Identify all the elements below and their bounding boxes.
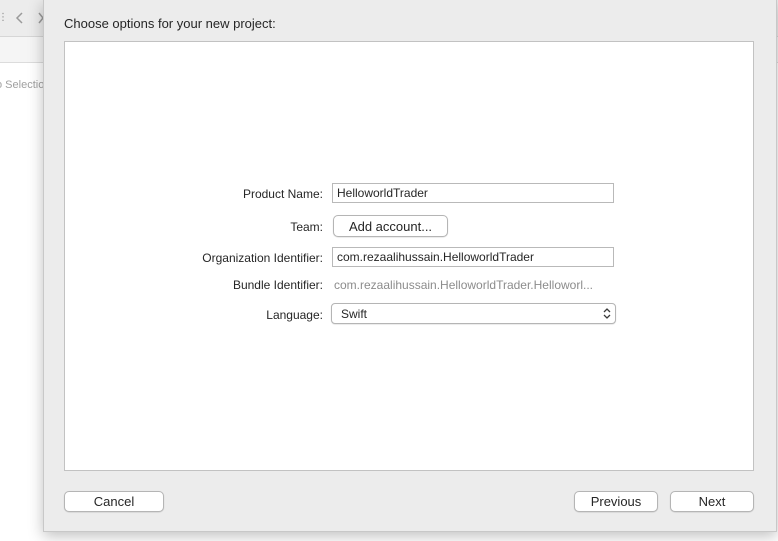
grid-icon[interactable]: ⋮ [0, 12, 8, 24]
new-project-sheet: Choose options for your new project: Pro… [43, 0, 777, 532]
sheet-title: Choose options for your new project: [64, 16, 276, 31]
updown-chevron-icon [603, 308, 611, 319]
language-selected-value: Swift [341, 307, 368, 321]
organization-identifier-input[interactable] [332, 247, 614, 267]
product-name-input[interactable] [332, 183, 614, 203]
organization-identifier-label: Organization Identifier: [202, 251, 323, 265]
language-popup[interactable]: Swift [331, 303, 616, 324]
add-account-button[interactable]: Add account... [333, 215, 448, 237]
chevron-left-icon[interactable] [14, 10, 26, 26]
cancel-button[interactable]: Cancel [64, 491, 164, 512]
bundle-identifier-label: Bundle Identifier: [232, 278, 323, 292]
project-options-panel: Product Name: Team: Add account... Organ… [64, 41, 754, 471]
language-label: Language: [266, 308, 323, 322]
product-name-label: Product Name: [242, 187, 323, 201]
next-button[interactable]: Next [670, 491, 754, 512]
bundle-identifier-value: com.rezaalihussain.HelloworldTrader.Hell… [334, 278, 593, 292]
no-selection-label: o Selectio [0, 79, 45, 91]
team-label: Team: [290, 220, 323, 234]
previous-button[interactable]: Previous [574, 491, 658, 512]
